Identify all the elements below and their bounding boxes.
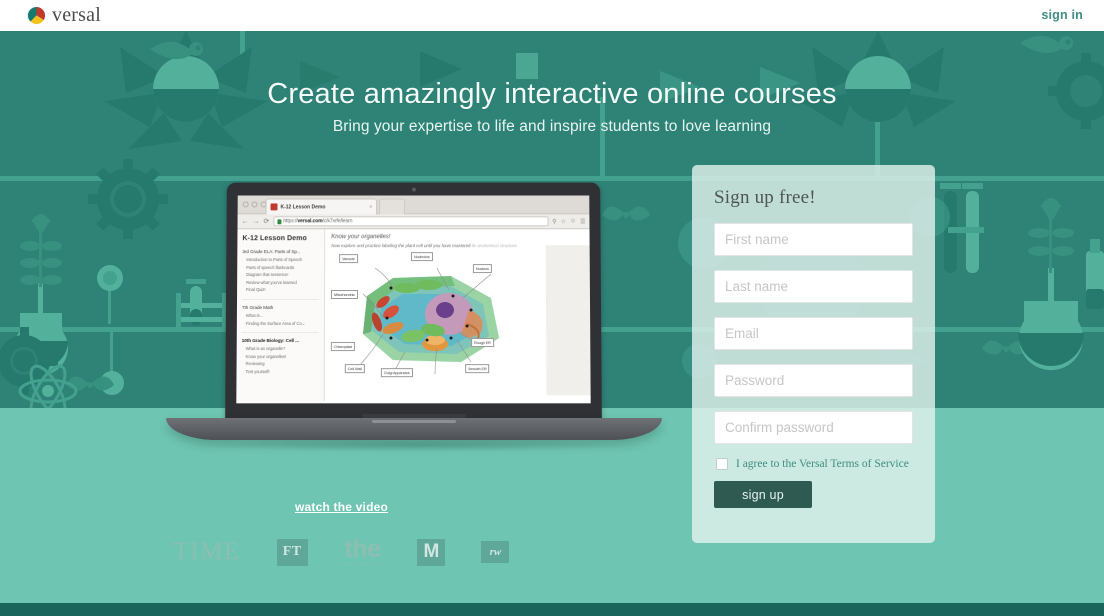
search-icon[interactable]: ⚲: [552, 218, 556, 225]
lock-icon: [277, 218, 282, 224]
course-content: Know your organelles! Now explore and pr…: [325, 229, 591, 401]
terms-checkbox[interactable]: [716, 458, 728, 470]
course-sidebar-title: K-12 Lesson Demo: [242, 235, 307, 243]
laptop-mockup: K-12 Lesson Demo × ← → ⟳ https://versal.…: [166, 182, 662, 472]
landing-page: versal sign in Create amazingly interact…: [0, 0, 1104, 616]
bookmark-star-icon[interactable]: ☆: [561, 218, 566, 225]
hero-subheadline: Bring your expertise to life and inspire…: [332, 118, 772, 135]
diagram-label[interactable]: Chloroplast: [330, 342, 356, 352]
hero-headline: Create amazingly interactive online cour…: [267, 78, 837, 110]
sign-up-button[interactable]: sign up: [714, 481, 812, 508]
signup-title: Sign up free!: [714, 187, 816, 208]
minimize-window-icon[interactable]: [251, 201, 258, 208]
bird-doodle-2: [1020, 35, 1073, 54]
diagram-label[interactable]: Cell Wall: [344, 364, 365, 374]
press-logo-rw: rw: [481, 541, 510, 564]
brand-logo[interactable]: versal: [27, 4, 101, 26]
course-lesson-item[interactable]: Reviewing: [246, 361, 319, 366]
laptop-base: [166, 418, 662, 440]
back-icon[interactable]: ←: [242, 218, 249, 225]
butterfly-doodle-3: [66, 376, 114, 391]
diagram-label[interactable]: Golgi Apparatus: [380, 368, 413, 378]
terms-row: I agree to the Versal Terms of Service: [716, 458, 913, 470]
diagram-label[interactable]: Nucleus: [472, 264, 492, 274]
diagram-label[interactable]: Nucleolus: [411, 252, 433, 262]
press-logo-the-journal: the JOURNAL: [344, 537, 382, 568]
flask-doodle-right: [1018, 198, 1084, 371]
bottle-doodle-right: [1086, 239, 1104, 309]
window-controls[interactable]: [242, 201, 267, 208]
new-tab-button[interactable]: [379, 198, 406, 215]
last-name-input[interactable]: [714, 270, 913, 303]
close-tab-icon[interactable]: ×: [369, 204, 372, 210]
top-navigation: versal sign in: [0, 0, 1104, 31]
address-bar[interactable]: https://versal.com/c/k7xrfe/learn: [273, 216, 549, 227]
versal-circle-logo-icon: [27, 5, 46, 25]
confirm-password-input[interactable]: [714, 411, 913, 444]
sign-in-link[interactable]: sign in: [1041, 8, 1083, 22]
diagram-label[interactable]: Mitochondria: [331, 290, 358, 300]
course-group-title-active[interactable]: 10th Grade Biology: Cell ...: [242, 338, 319, 343]
forward-icon[interactable]: →: [252, 218, 259, 225]
browser-tab[interactable]: K-12 Lesson Demo ×: [265, 198, 378, 215]
browser-toolbar: ← → ⟳ https://versal.com/c/k7xrfe/learn …: [237, 214, 590, 230]
course-lesson-item[interactable]: Introduction to Parts of Speech: [246, 257, 319, 262]
press-logo-the-main: the: [344, 535, 382, 563]
profile-icon[interactable]: ☺: [570, 218, 576, 225]
close-window-icon[interactable]: [242, 201, 249, 208]
course-lesson-item[interactable]: Diagram that sentence!: [246, 272, 319, 277]
course-group: 3rd Grade ELA: Parts of Sp... Introducti…: [242, 249, 320, 300]
brand-logo-text: versal: [52, 4, 101, 26]
footer-bar: [0, 603, 1104, 616]
cell-diagram: Vacuole Nucleolus Nucleus Mitochondria C…: [330, 252, 534, 392]
course-lesson-item[interactable]: Final Quiz!: [246, 287, 319, 292]
press-logo-ft: FT: [276, 538, 308, 566]
first-name-input[interactable]: [714, 223, 913, 256]
laptop-screen: K-12 Lesson Demo × ← → ⟳ https://versal.…: [236, 195, 591, 404]
course-lesson-item[interactable]: Know your organelles!: [246, 354, 319, 359]
lesson-title: Know your organelles!: [331, 234, 391, 241]
course-page: K-12 Lesson Demo 3rd Grade ELA: Parts of…: [236, 229, 591, 402]
laptop-shadow: [196, 438, 632, 452]
browser-tab-strip: K-12 Lesson Demo ×: [237, 195, 590, 215]
browser-toolbar-icons: ⚲ ☆ ☺ ☰: [552, 218, 585, 225]
terms-label[interactable]: I agree to the Versal Terms of Service: [736, 458, 909, 470]
reload-icon[interactable]: ⟳: [263, 218, 269, 225]
webcam-icon: [411, 187, 416, 192]
course-group: 10th Grade Biology: Cell ... What is an …: [241, 338, 318, 381]
gear-doodle-left: [88, 159, 168, 239]
press-logos: TIME FT the JOURNAL M rw: [0, 537, 683, 568]
menu-icon[interactable]: ☰: [580, 218, 585, 225]
tab-favicon-icon: [270, 203, 278, 211]
course-lesson-item[interactable]: What is an organelle?: [246, 346, 319, 351]
course-group: 7th Grade Math What is... Finding the Su…: [241, 304, 319, 334]
course-group-title[interactable]: 7th Grade Math: [242, 305, 319, 310]
diagram-label[interactable]: Vacuole: [339, 254, 358, 264]
press-logo-m: M: [417, 538, 446, 566]
press-logo-the-sub: JOURNAL: [343, 562, 382, 567]
address-bar-url: https://versal.com/c/k7xrfe/learn: [283, 218, 353, 225]
diagram-label[interactable]: Rough ER: [471, 338, 494, 348]
content-side-rail: [545, 245, 591, 396]
course-lesson-item[interactable]: What is...: [246, 313, 319, 318]
course-group-title[interactable]: 3rd Grade ELA: Parts of Sp...: [242, 249, 319, 254]
laptop-lid: K-12 Lesson Demo × ← → ⟳ https://versal.…: [225, 182, 602, 423]
course-lesson-item[interactable]: Review what you've learned: [246, 280, 319, 285]
course-lesson-item[interactable]: Test yourself!: [246, 369, 319, 374]
course-sidebar: K-12 Lesson Demo 3rd Grade ELA: Parts of…: [236, 229, 326, 402]
browser-tab-title: K-12 Lesson Demo: [280, 203, 326, 210]
plant-cell-illustration: [359, 268, 499, 382]
password-input[interactable]: [714, 364, 913, 397]
course-lesson-item[interactable]: Parts of speech flashcards: [246, 265, 319, 270]
diagram-label[interactable]: Smooth ER: [465, 364, 490, 374]
course-lesson-item[interactable]: Finding the Surface Area of Co...: [246, 321, 319, 326]
signup-panel: Sign up free! I agree to the Versal Term…: [692, 165, 935, 543]
pendulum-doodle: [97, 265, 123, 324]
watch-video-wrap: watch the video: [0, 498, 683, 516]
email-input[interactable]: [714, 317, 913, 350]
press-logo-time: TIME: [173, 538, 241, 566]
watch-video-link[interactable]: watch the video: [295, 500, 388, 514]
